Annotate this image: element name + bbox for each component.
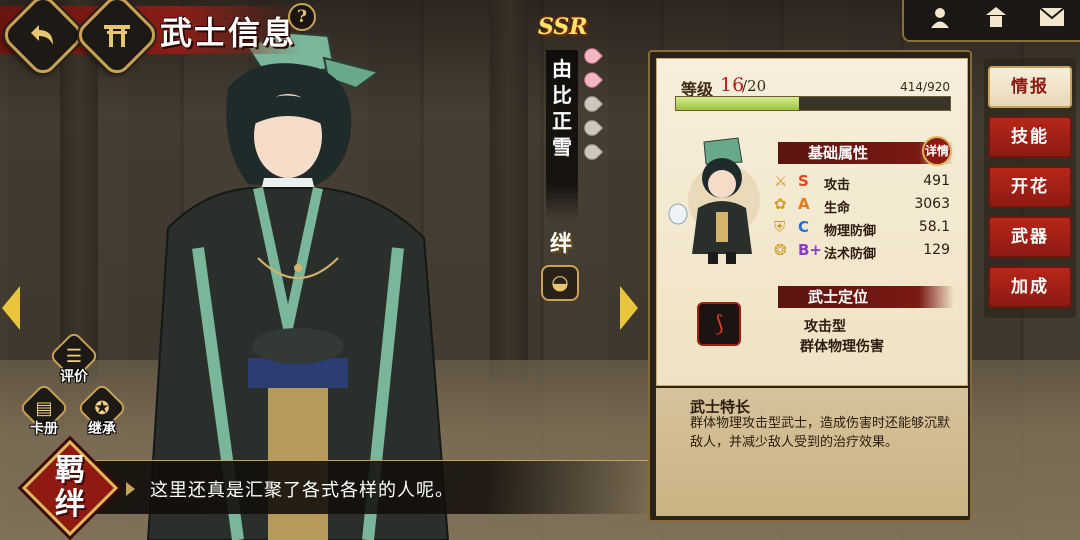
card-album-label: 卡册 bbox=[30, 421, 58, 437]
bond-emblem-char: 绊 bbox=[55, 487, 85, 522]
page-title: 武士信息 bbox=[160, 14, 297, 52]
role-line: 群体物理伤害 bbox=[800, 339, 884, 355]
prev-character-arrow[interactable] bbox=[2, 286, 20, 330]
tab-bloom[interactable]: 开花 bbox=[988, 166, 1072, 208]
role-header: 武士定位 bbox=[778, 286, 954, 308]
star-petal-icon bbox=[580, 140, 604, 164]
bond-pouch-button[interactable]: ◒ bbox=[541, 265, 579, 301]
stat-row: ✿ A 生命 3063 bbox=[772, 195, 952, 217]
bond-level-label: 绊 bbox=[549, 231, 572, 257]
stat-row: ❂ B+ 法术防御 129 bbox=[772, 241, 952, 263]
trait-description: 群体物理攻击型武士，造成伤害时还能够沉默敌人，并减少敌人受到的治疗效果。 bbox=[690, 416, 951, 450]
level-current: 16 bbox=[720, 74, 745, 96]
magic-shield-icon: ❂ bbox=[774, 241, 787, 259]
stat-grade: S bbox=[798, 172, 809, 190]
star-petal-icon bbox=[580, 92, 604, 116]
stat-value: 491 bbox=[923, 173, 950, 189]
detail-button[interactable]: 详情 bbox=[922, 136, 952, 166]
stat-value: 3063 bbox=[914, 196, 950, 212]
stat-value: 129 bbox=[923, 242, 950, 258]
heart-flower-icon: ✿ bbox=[774, 195, 787, 213]
bond-button[interactable]: 羁 绊 bbox=[21, 439, 119, 537]
stat-grade: A bbox=[798, 195, 810, 213]
background-pillar bbox=[490, 0, 528, 380]
stat-grade: B+ bbox=[798, 241, 823, 259]
stat-name: 法术防御 bbox=[824, 247, 877, 262]
exp-bar-fill bbox=[676, 97, 800, 110]
next-character-arrow[interactable] bbox=[620, 286, 638, 330]
home-button[interactable] bbox=[86, 4, 148, 66]
role-line: 攻击型 bbox=[804, 319, 846, 335]
claw-role-icon: ⟆ bbox=[697, 302, 741, 346]
bond-emblem-char: 羁 bbox=[55, 453, 85, 488]
evaluate-button[interactable]: ☰ 评价 bbox=[48, 330, 100, 385]
stat-value: 58.1 bbox=[918, 219, 950, 235]
exp-bar bbox=[675, 96, 951, 111]
tab-weapon[interactable]: 武器 bbox=[988, 216, 1072, 258]
stat-grade: C bbox=[798, 218, 810, 236]
character-name: 由比正雪 bbox=[552, 57, 572, 159]
top-right-toolbar bbox=[902, 0, 1080, 42]
armor-icon: ⛨ bbox=[774, 218, 786, 236]
sword-icon: ⚔ bbox=[774, 172, 788, 190]
evaluate-label: 评价 bbox=[60, 369, 88, 385]
back-button[interactable] bbox=[12, 4, 74, 66]
stat-name: 攻击 bbox=[824, 178, 851, 193]
back-arrow-icon bbox=[31, 25, 53, 45]
mail-icon[interactable] bbox=[1032, 7, 1072, 33]
card-album-button[interactable]: ▤ 卡册 bbox=[18, 382, 70, 437]
game-screen: 武士信息 ? ☰ 评价 ▤ 卡册 ✪ 继承 这里还真是汇聚了各式各样的人呢。 羁… bbox=[0, 0, 1080, 540]
level-max: /20 bbox=[742, 77, 767, 95]
stat-row: ⛨ C 物理防御 58.1 bbox=[772, 218, 952, 240]
star-petal-icon bbox=[580, 116, 604, 140]
dialog-text: 这里还真是汇聚了各式各样的人呢。 bbox=[150, 480, 454, 501]
character-chibi bbox=[668, 137, 760, 264]
stat-row: ⚔ S 攻击 491 bbox=[772, 172, 952, 194]
inherit-label: 继承 bbox=[88, 421, 116, 437]
shrine-icon[interactable] bbox=[976, 5, 1016, 35]
rarity-badge: SSR bbox=[538, 14, 588, 40]
star-petal-icon bbox=[580, 68, 604, 92]
tab-bonus[interactable]: 加成 bbox=[988, 266, 1072, 308]
inherit-button[interactable]: ✪ 继承 bbox=[76, 382, 128, 437]
tab-skills[interactable]: 技能 bbox=[988, 116, 1072, 158]
exp-text: 414/920 bbox=[900, 80, 950, 94]
help-button[interactable]: ? bbox=[288, 3, 316, 31]
pouch-icon: ◒ bbox=[551, 270, 569, 294]
torii-gate-icon bbox=[104, 25, 130, 47]
dialog-pointer-icon bbox=[126, 482, 135, 496]
stat-name: 物理防御 bbox=[824, 224, 877, 239]
stat-name: 生命 bbox=[824, 201, 851, 216]
star-petal-icon bbox=[580, 44, 604, 68]
character-icon[interactable] bbox=[920, 5, 960, 35]
tab-intel[interactable]: 情报 bbox=[988, 66, 1072, 108]
